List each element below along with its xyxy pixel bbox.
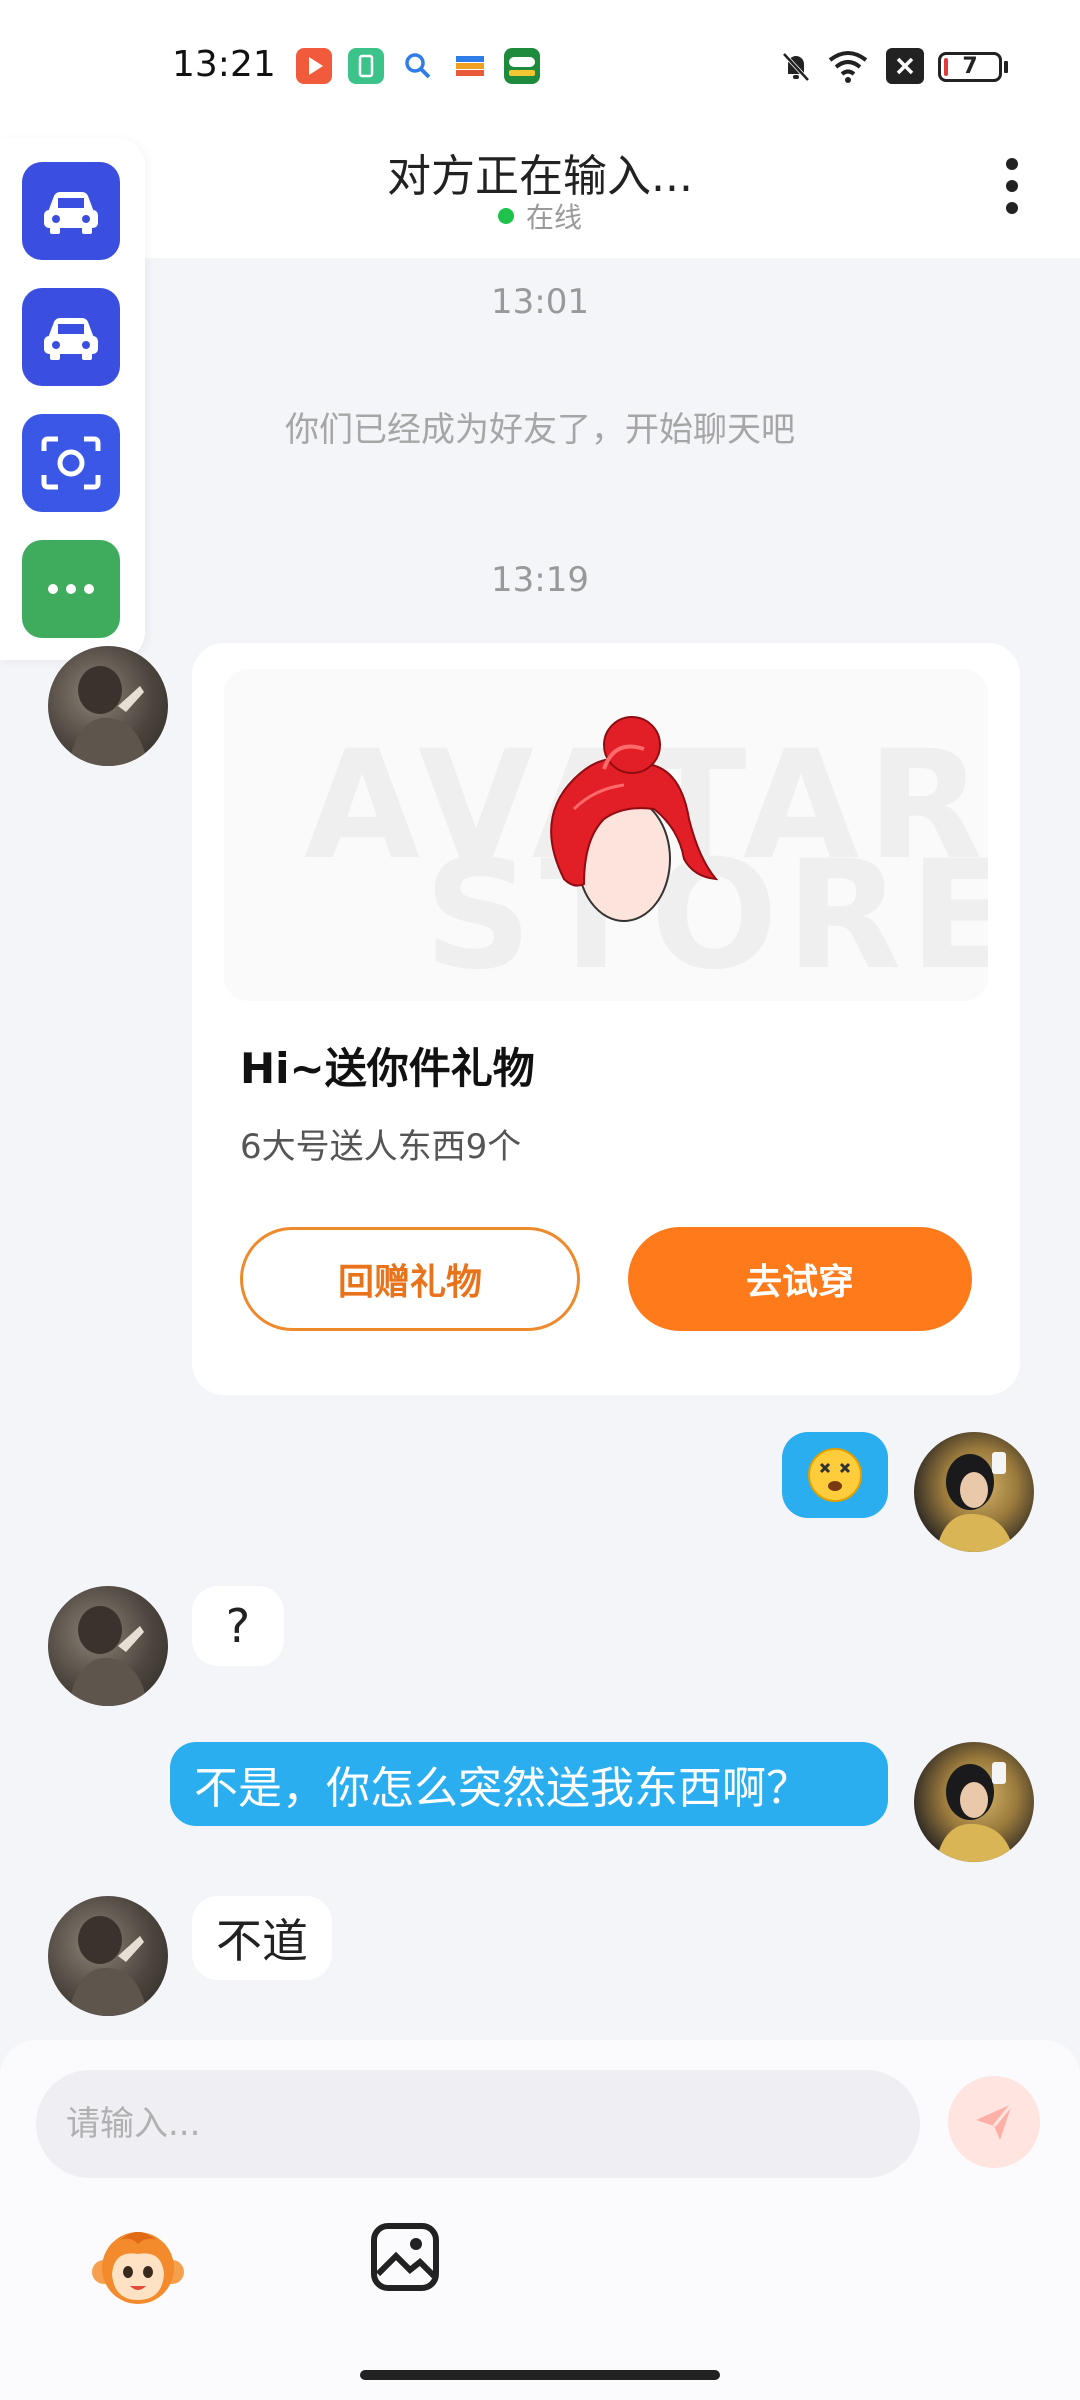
battery-app-icon (348, 48, 384, 84)
no-sim-icon (886, 48, 924, 84)
gift-title: Hi~送你件礼物 (240, 1044, 535, 1093)
chat-title: 对方正在输入... (387, 151, 693, 202)
input-bar (0, 2040, 1080, 2400)
send-button[interactable] (948, 2076, 1040, 2168)
search-app-icon (400, 48, 436, 84)
gift-subtitle: 6大号送人东西9个 (240, 1127, 522, 1167)
image-button[interactable] (370, 2222, 440, 2292)
sticker-button[interactable] (90, 2220, 186, 2316)
wifi-icon (826, 46, 870, 86)
battery-tip (1004, 61, 1008, 73)
timestamp: 13:19 (491, 560, 589, 600)
car-button-1[interactable] (22, 162, 120, 260)
video-app-icon (296, 48, 332, 84)
online-status-label: 在线 (525, 201, 582, 234)
menu-dot (1006, 202, 1018, 214)
home-indicator[interactable] (360, 2370, 720, 2380)
gift-card[interactable]: AVATAR STORE Hi~送你件礼物 6大号送人东西9个 回赠礼物 去试穿 (192, 643, 1020, 1395)
contact-avatar[interactable] (48, 1896, 168, 2016)
mute-icon (778, 48, 814, 84)
timestamp: 13:01 (491, 282, 589, 322)
contact-avatar[interactable] (48, 646, 168, 766)
contact-avatar[interactable] (48, 1586, 168, 1706)
status-bar: 13:21 7 (0, 0, 1080, 130)
status-time: 13:21 (172, 44, 276, 85)
send-icon (976, 2103, 1014, 2140)
message-bubble[interactable]: 不是，你怎么突然送我东西啊？ (170, 1742, 888, 1826)
image-icon (371, 2223, 439, 2291)
gift-image: AVATAR STORE (224, 669, 988, 1001)
system-message: 你们已经成为好友了，开始聊天吧 (285, 410, 795, 450)
message-bubble-emoji[interactable] (782, 1432, 888, 1518)
message-input[interactable] (36, 2070, 920, 2178)
return-gift-button[interactable]: 回赠礼物 (240, 1227, 580, 1331)
message-bubble[interactable]: 不道 (192, 1896, 332, 1980)
red-hair-avatar-icon (550, 716, 719, 922)
online-dot-icon (497, 208, 514, 224)
message-bubble[interactable]: ? (192, 1586, 284, 1666)
wallet-app-icon (452, 48, 488, 84)
battery-percent: 7 (962, 54, 978, 79)
try-on-button[interactable]: 去试穿 (628, 1227, 972, 1331)
monkey-sticker-icon (92, 2232, 184, 2304)
more-menu-button[interactable] (998, 158, 1026, 218)
oppo-store-app-icon (504, 48, 540, 84)
online-status: 在线 (0, 196, 1080, 236)
my-avatar[interactable] (914, 1742, 1034, 1862)
menu-dot (1006, 158, 1018, 170)
dizzy-face-icon (808, 1448, 862, 1502)
menu-dot (1006, 180, 1018, 192)
my-avatar[interactable] (914, 1432, 1034, 1552)
battery-icon: 7 (938, 52, 1002, 82)
chat-header: 对方正在输入... 在线 (0, 130, 1080, 258)
car-icon (44, 192, 98, 234)
